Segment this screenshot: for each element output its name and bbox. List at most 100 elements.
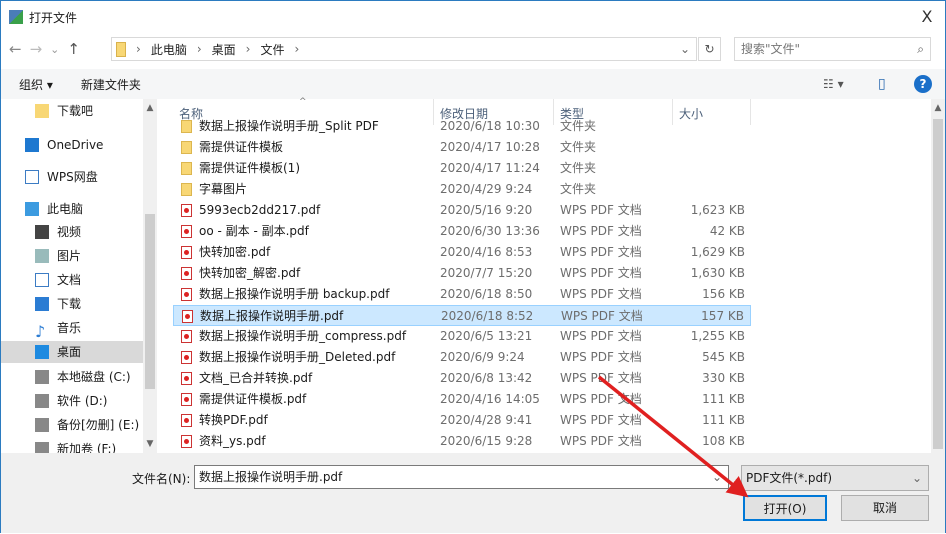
sidebar-item[interactable]: 桌面 (1, 341, 143, 363)
download-icon (35, 297, 49, 311)
close-button[interactable]: X (917, 7, 937, 26)
view-options-button[interactable]: ☷ ▾ (823, 77, 844, 91)
address-bar[interactable]: › 此电脑 › 桌面 › 文件 › ⌄ (111, 37, 697, 61)
file-row[interactable]: 数据上报操作说明手册 backup.pdf 2020/6/18 8:50 WPS P… (173, 284, 751, 305)
file-row[interactable]: oo - 副本 - 副本.pdf 2020/6/30 13:36 WPS PDF 文… (173, 221, 751, 242)
file-row[interactable]: 需提供证件模板(1) 2020/4/17 11:24 文件夹 (173, 158, 751, 179)
file-date: 2020/4/17 10:28 (440, 140, 540, 154)
file-row[interactable]: 需提供证件模板.pdf 2020/4/16 14:05 WPS PDF 文档 111 … (173, 389, 751, 410)
sidebar-item-label: 视频 (57, 225, 82, 239)
sidebar-item-label: 下载吧 (57, 104, 94, 118)
folder-icon (181, 120, 192, 133)
file-row[interactable]: 资料_ys.pdf 2020/6/15 9:28 WPS PDF 文档 108 KB (173, 431, 751, 452)
pdf-file-icon (181, 351, 192, 364)
file-type: WPS PDF 文档 (560, 245, 642, 259)
file-row[interactable]: 转换PDF.pdf 2020/4/28 9:41 WPS PDF 文档 111 KB (173, 410, 751, 431)
file-row[interactable]: 快转加密_解密.pdf 2020/7/7 15:20 WPS PDF 文档 1,630… (173, 263, 751, 284)
file-type: WPS PDF 文档 (560, 287, 642, 301)
nav-buttons: ← → ⌄ ↑ (9, 39, 80, 59)
breadcrumb-files[interactable]: 文件 (260, 41, 284, 58)
sidebar-item-label: 下载 (57, 297, 82, 311)
sidebar-item-label: 桌面 (57, 345, 82, 359)
file-row[interactable]: 数据上报操作说明手册_Split PDF 2020/6/18 10:30 文件夹 (173, 119, 751, 137)
folder-icon (181, 141, 192, 154)
file-size: 42 KB (709, 224, 745, 238)
scroll-down-icon[interactable]: ▼ (143, 439, 157, 449)
cancel-button[interactable]: 取消 (841, 495, 929, 521)
recent-dropdown[interactable]: ⌄ (50, 43, 59, 56)
file-date: 2020/4/16 8:53 (440, 245, 533, 259)
file-row[interactable]: 需提供证件模板 2020/4/17 10:28 文件夹 (173, 137, 751, 158)
sidebar-item[interactable]: WPS网盘 (25, 166, 98, 188)
navigation-pane: 下载吧 OneDrive WPS网盘此电脑视频图片文档下载 ♪ 音乐桌面本地磁盘 (C:… (1, 99, 143, 453)
sidebar-item[interactable]: 视频 (35, 221, 81, 243)
file-type-value: PDF文件(*.pdf) (746, 471, 833, 485)
sidebar-item-label: 新加卷 (F:) (57, 442, 117, 453)
file-list: 数据上报操作说明手册_Split PDF 2020/6/18 10:30 文件夹 需提… (173, 119, 931, 453)
file-row[interactable]: 文档_已合并转换.pdf 2020/6/8 13:42 WPS PDF 文档 330 … (173, 368, 751, 389)
file-date: 2020/6/18 8:52 (441, 309, 534, 323)
file-size: 157 KB (701, 309, 744, 323)
file-row[interactable]: 字幕图片 2020/4/29 9:24 文件夹 (173, 179, 751, 200)
file-row[interactable]: 数据上报操作说明手册_compress.pdf 2020/6/5 13:21 WPS… (173, 326, 751, 347)
scroll-up-icon[interactable]: ▲ (931, 103, 945, 113)
file-type-select[interactable]: PDF文件(*.pdf) ⌄ (741, 465, 929, 491)
file-row[interactable]: 数据上报操作说明手册_Deleted.pdf 2020/6/9 9:24 WPS P… (173, 347, 751, 368)
organize-button[interactable]: 组织 ▾ (19, 76, 53, 93)
file-type: WPS PDF 文档 (560, 329, 642, 343)
help-button[interactable]: ? (914, 75, 932, 93)
sidebar-item[interactable]: 软件 (D:) (35, 390, 107, 412)
refresh-button[interactable]: ↻ (698, 37, 721, 61)
drive-icon (35, 394, 49, 408)
breadcrumb-desktop[interactable]: 桌面 (212, 41, 236, 58)
file-name: 转换PDF.pdf (199, 413, 268, 427)
window-title: 打开文件 (29, 10, 78, 25)
file-type: WPS PDF 文档 (560, 203, 642, 217)
open-button[interactable]: 打开(O) (743, 495, 827, 521)
search-placeholder: 搜索"文件" (741, 42, 801, 56)
file-row[interactable]: 5993ecb2dd217.pdf 2020/5/16 9:20 WPS PDF 文… (173, 200, 751, 221)
sidebar-item[interactable]: 图片 (35, 245, 81, 267)
sidebar-item[interactable]: 文档 (35, 269, 81, 291)
pdf-file-icon (181, 225, 192, 238)
file-date: 2020/4/17 11:24 (440, 161, 540, 175)
file-row[interactable]: 快转加密.pdf 2020/4/16 8:53 WPS PDF 文档 1,629 KB (173, 242, 751, 263)
file-name: 数据上报操作说明手册 backup.pdf (199, 287, 390, 301)
forward-button[interactable]: → (30, 40, 43, 58)
filename-dropdown-icon[interactable]: ⌄ (712, 466, 722, 488)
sidebar-item[interactable]: 此电脑 (25, 198, 83, 220)
sidebar-item[interactable]: 本地磁盘 (C:) (35, 366, 131, 388)
file-size: 1,623 KB (690, 203, 745, 217)
sidebar-scrollbar[interactable]: ▲ ▼ (143, 99, 157, 453)
sidebar-item-label: 图片 (57, 249, 82, 263)
file-list-scrollbar[interactable]: ▲ (931, 99, 945, 453)
sidebar-item[interactable]: ♪ 音乐 (35, 317, 81, 341)
address-dropdown[interactable]: ⌄ (680, 42, 690, 56)
file-name: 5993ecb2dd217.pdf (199, 203, 321, 217)
preview-pane-button[interactable]: ▯ (878, 76, 886, 92)
file-name: 数据上报操作说明手册_Split PDF (199, 119, 379, 133)
search-input[interactable]: 搜索"文件" ⌕ (734, 37, 931, 61)
scroll-up-icon[interactable]: ▲ (143, 103, 157, 113)
back-button[interactable]: ← (9, 40, 22, 58)
file-list-scroll-thumb[interactable] (933, 119, 943, 449)
file-size: 1,255 KB (690, 329, 745, 343)
new-folder-button[interactable]: 新建文件夹 (81, 76, 141, 93)
filename-input[interactable]: 数据上报操作说明手册.pdf ⌄ (194, 465, 729, 489)
sidebar-scroll-thumb[interactable] (145, 214, 155, 389)
file-size: 545 KB (702, 350, 745, 364)
drive-icon (35, 370, 49, 384)
file-size: 108 KB (702, 434, 745, 448)
sidebar-item[interactable]: 备份[勿删] (E:) (35, 414, 139, 436)
file-date: 2020/5/16 9:20 (440, 203, 533, 217)
file-row[interactable]: 数据上报操作说明手册.pdf 2020/6/18 8:52 WPS PDF 文档 15… (173, 305, 751, 326)
up-button[interactable]: ↑ (67, 40, 80, 58)
sidebar-item[interactable]: 下载吧 (35, 100, 93, 122)
sidebar-item[interactable]: 新加卷 (F:) (35, 438, 116, 453)
sidebar-item[interactable]: 下载 (35, 293, 81, 315)
pdf-file-icon (181, 435, 192, 448)
sidebar-item[interactable]: OneDrive (25, 134, 103, 156)
file-name: 数据上报操作说明手册_Deleted.pdf (199, 350, 396, 364)
document-icon (35, 273, 49, 287)
breadcrumb-this-pc[interactable]: 此电脑 (151, 41, 187, 58)
